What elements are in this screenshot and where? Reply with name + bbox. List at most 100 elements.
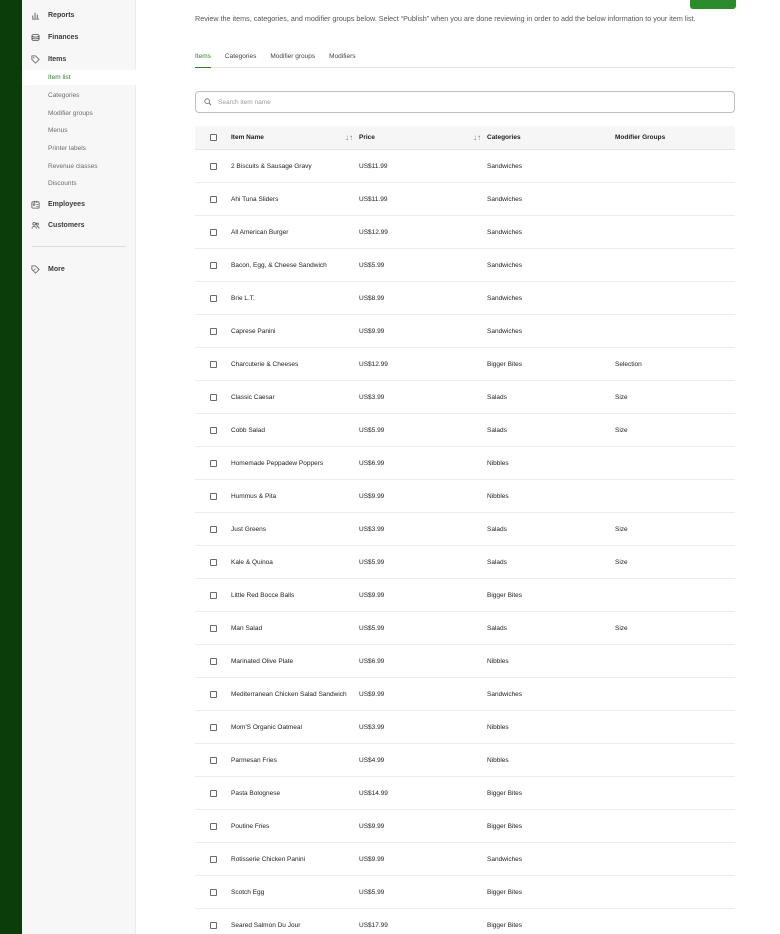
table-row[interactable]: Just Greens US$3.99 Salads Size (195, 513, 735, 546)
row-checkbox[interactable] (209, 723, 217, 731)
sidebar-item-label: More (48, 265, 65, 273)
row-checkbox[interactable] (209, 789, 217, 797)
sort-icon[interactable]: ↓↑ (345, 133, 353, 142)
table-row[interactable]: Brie L.T. US$8.99 Sandwiches (195, 282, 735, 315)
row-checkbox[interactable] (209, 393, 217, 401)
sidebar-subitem-categories[interactable]: Categories (22, 88, 136, 103)
sidebar-item-finances[interactable]: Finances (22, 28, 136, 46)
cell-item-name: 2 Biscuits & Sausage Gravy (231, 162, 312, 170)
tab-categories[interactable]: Categories (225, 52, 256, 68)
row-checkbox[interactable] (209, 492, 217, 500)
table-row[interactable]: Charcuterie & Cheeses US$12.99 Bigger Bite… (195, 348, 735, 381)
row-checkbox[interactable] (209, 228, 217, 236)
table-row[interactable]: Little Red Bocce Balls US$9.99 Bigger Bite… (195, 579, 735, 612)
table-row[interactable]: Kale & Quinoa US$5.99 Salads Size (195, 546, 735, 579)
table-row[interactable]: Mediterranean Chicken Salad Sandwich US$9… (195, 678, 735, 711)
cell-category: Bigger Bites (487, 360, 523, 368)
cell-price: US$12.99 (359, 228, 388, 236)
table-row[interactable]: Poutine Fries US$9.99 Bigger Bites (195, 810, 735, 843)
row-checkbox[interactable] (209, 657, 217, 665)
cell-item-name: Brie L.T. (231, 294, 255, 302)
cell-modifier-group: Size (615, 393, 628, 401)
sidebar-subitem-discounts[interactable]: Discounts (22, 176, 136, 191)
sort-icon[interactable]: ↓↑ (473, 133, 481, 142)
row-checkbox[interactable] (209, 525, 217, 533)
cell-category: Bigger Bites (487, 591, 523, 599)
row-checkbox[interactable] (209, 195, 217, 203)
cell-item-name: Caprese Panini (231, 327, 276, 335)
table-row[interactable]: 2 Biscuits & Sausage Gravy US$11.99 Sandwi… (195, 150, 735, 183)
row-checkbox[interactable] (209, 690, 217, 698)
header-price[interactable]: Price ↓↑ (359, 133, 487, 142)
cell-item-name: Marinated Olive Plate (231, 657, 294, 665)
reports-icon (22, 11, 48, 20)
table-row[interactable]: Man Salad US$5.99 Salads Size (195, 612, 735, 645)
row-checkbox[interactable] (209, 327, 217, 335)
cell-price: US$5.99 (359, 426, 385, 434)
table-row[interactable]: All American Burger US$12.99 Sandwiches (195, 216, 735, 249)
cell-item-name: Mediterranean Chicken Salad Sandwich (231, 690, 347, 698)
table-row[interactable]: Caprese Panini US$9.99 Sandwiches (195, 315, 735, 348)
table-row[interactable]: Mom'S Organic Oatmeal US$3.99 Nibbles (195, 711, 735, 744)
table-row[interactable]: Bacon, Egg, & Cheese Sandwich US$5.99 Sand… (195, 249, 735, 282)
row-checkbox[interactable] (209, 360, 217, 368)
table-row[interactable]: Cobb Salad US$5.99 Salads Size (195, 414, 735, 447)
row-checkbox[interactable] (209, 756, 217, 764)
row-checkbox[interactable] (209, 822, 217, 830)
table-row[interactable]: Ahi Tuna Sliders US$11.99 Sandwiches (195, 183, 735, 216)
cell-price: US$9.99 (359, 690, 385, 698)
row-checkbox[interactable] (209, 294, 217, 302)
cell-category: Salads (487, 525, 507, 533)
tab-items[interactable]: Items (195, 52, 211, 68)
cell-category: Nibbles (487, 657, 509, 665)
sidebar-item-customers[interactable]: Customers (22, 216, 136, 234)
row-checkbox[interactable] (209, 591, 217, 599)
sidebar-item-employees[interactable]: Employees (22, 195, 136, 213)
table-row[interactable]: Parmesan Fries US$4.99 Nibbles (195, 744, 735, 777)
header-item-name[interactable]: Item Name ↓↑ (231, 133, 359, 142)
tab-modifiers[interactable]: Modifiers (329, 52, 355, 68)
table-row[interactable]: Pasta Bolognese US$14.99 Bigger Bites (195, 777, 735, 810)
tab-modifier-groups[interactable]: Modifier groups (270, 52, 315, 68)
table-body: 2 Biscuits & Sausage Gravy US$11.99 Sandwi… (195, 150, 735, 934)
sidebar-item-more[interactable]: More (22, 260, 136, 278)
cell-price: US$14.99 (359, 789, 388, 797)
table-row[interactable]: Rotisserie Chicken Panini US$9.99 Sandwich… (195, 843, 735, 876)
sidebar-subitem-modifier-groups[interactable]: Modifier groups (22, 106, 136, 121)
row-checkbox[interactable] (209, 162, 217, 170)
table-row[interactable]: Classic Caesar US$3.99 Salads Size (195, 381, 735, 414)
row-checkbox[interactable] (209, 624, 217, 632)
row-checkbox[interactable] (209, 459, 217, 467)
header-categories: Categories (487, 134, 521, 141)
sidebar-subitem-printer-labels[interactable]: Printer labels (22, 141, 136, 156)
cell-category: Sandwiches (487, 261, 523, 269)
cell-modifier-group: Selection (615, 360, 642, 368)
header-modifier-groups: Modifier Groups (615, 134, 666, 141)
table-row[interactable]: Scotch Egg US$5.99 Bigger Bites (195, 876, 735, 909)
row-checkbox[interactable] (209, 426, 217, 434)
row-checkbox[interactable] (209, 261, 217, 269)
search-input[interactable] (218, 98, 698, 106)
table-row[interactable]: Hummus & Pita US$9.99 Nibbles (195, 480, 735, 513)
sidebar-subitem-menus[interactable]: Menus (22, 123, 136, 138)
cell-category: Nibbles (487, 756, 509, 764)
sidebar-item-reports[interactable]: Reports (22, 6, 136, 24)
row-checkbox[interactable] (209, 888, 217, 896)
sidebar-item-items[interactable]: Items (22, 50, 136, 68)
cell-item-name: Man Salad (231, 624, 263, 632)
publish-button[interactable] (690, 0, 736, 9)
cell-price: US$9.99 (359, 822, 385, 830)
row-checkbox[interactable] (209, 921, 217, 929)
row-checkbox[interactable] (209, 558, 217, 566)
table-row[interactable]: Marinated Olive Plate US$6.99 Nibbles (195, 645, 735, 678)
sidebar-divider (32, 246, 126, 247)
select-all-checkbox[interactable] (209, 134, 217, 141)
cell-item-name: Kale & Quinoa (231, 558, 273, 566)
cell-item-name: Just Greens (231, 525, 267, 533)
sidebar-subitem-revenue-classes[interactable]: Revenue classes (22, 159, 136, 174)
table-row[interactable]: Homemade Peppadew Poppers US$6.99 Nibbles (195, 447, 735, 480)
sidebar-subitem-item-list[interactable]: Item list (22, 70, 136, 85)
table-row[interactable]: Seared Salmon Du Jour US$17.99 Bigger Bite… (195, 909, 735, 934)
app-window: Reports Finances Items Item list Categor… (22, 0, 780, 934)
row-checkbox[interactable] (209, 855, 217, 863)
